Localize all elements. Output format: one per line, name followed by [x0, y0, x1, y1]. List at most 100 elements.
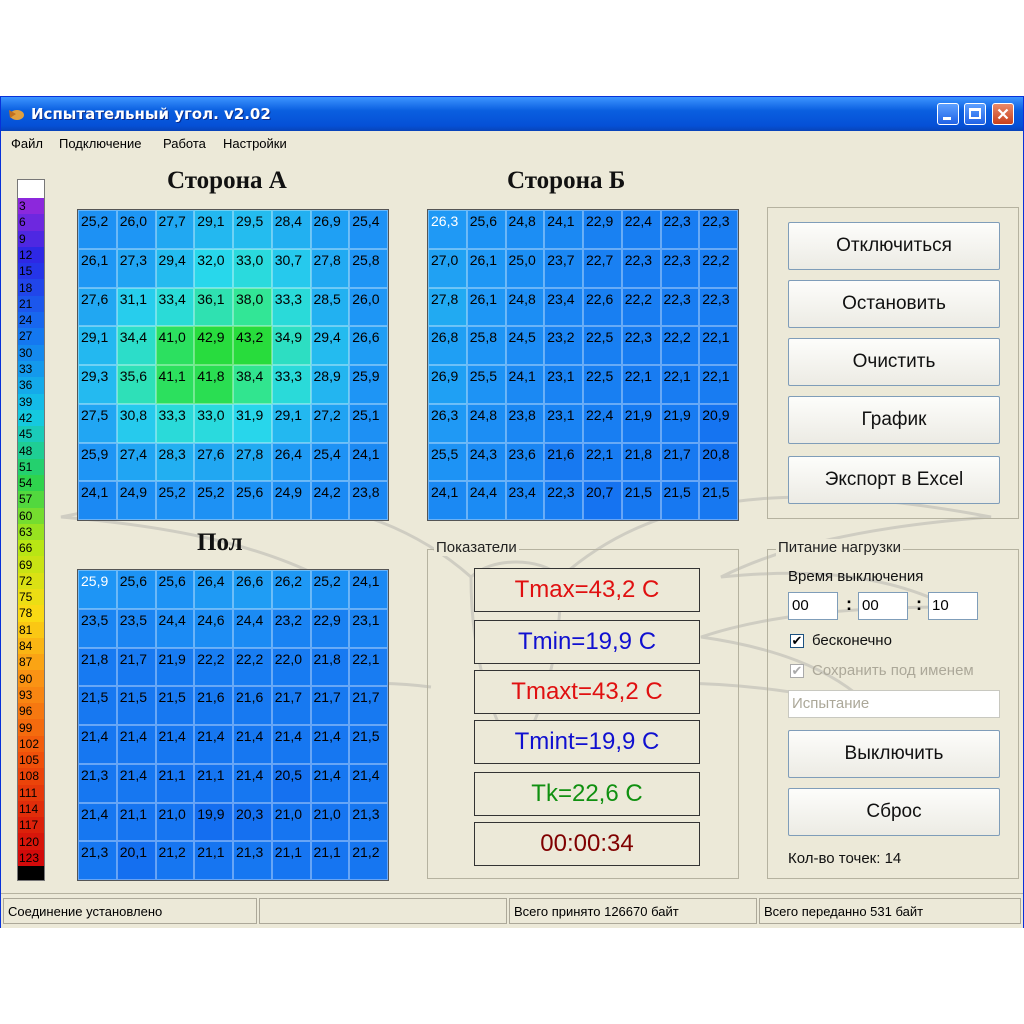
- scale-label: 39: [19, 394, 33, 409]
- indicators-group-title: Показатели: [434, 539, 519, 556]
- sensor-cell: 22,5: [583, 365, 622, 404]
- tk-indicator: Tk=22,6 C: [474, 772, 700, 816]
- controls-group: Отключиться Остановить Очистить График Э…: [767, 207, 1019, 519]
- sensor-cell: 25,9: [349, 365, 388, 404]
- sensor-cell: 29,4: [310, 326, 350, 365]
- sensor-cell: 20,1: [116, 841, 156, 880]
- sensor-cell: 26,1: [78, 248, 117, 288]
- elapsed-time-indicator: 00:00:34: [474, 822, 700, 866]
- infinite-checkbox[interactable]: ✔: [790, 634, 804, 648]
- menu-connection[interactable]: Подключение: [59, 136, 141, 151]
- power-off-button[interactable]: Выключить: [788, 730, 1000, 778]
- sensor-cell: 21,4: [310, 763, 350, 803]
- sensor-cell: 33,3: [155, 403, 195, 443]
- sensor-cell: 22,0: [271, 647, 311, 687]
- sensor-cell: 21,4: [116, 725, 156, 764]
- scale-label: 111: [19, 785, 38, 800]
- scale-label: 51: [19, 459, 33, 474]
- sensor-cell: 21,0: [271, 802, 311, 842]
- sensor-cell: 21,5: [155, 686, 195, 725]
- sensor-cell: 22,1: [621, 365, 661, 404]
- sensor-cell: 23,1: [349, 608, 388, 648]
- sensor-cell: 26,3: [428, 210, 467, 249]
- sensor-cell: 21,6: [194, 686, 233, 725]
- clear-button[interactable]: Очистить: [788, 338, 1000, 386]
- sensor-cell: 23,5: [78, 608, 117, 648]
- save-checkbox[interactable]: ✔: [790, 664, 804, 678]
- sensor-cell: 24,8: [505, 287, 545, 327]
- sensor-cell: 21,1: [116, 802, 156, 842]
- export-excel-button[interactable]: Экспорт в Excel: [788, 456, 1000, 504]
- scale-label: 60: [19, 508, 33, 523]
- sensor-cell: 20,3: [233, 802, 272, 842]
- sensor-cell: 22,5: [583, 326, 622, 365]
- sensor-cell: 21,5: [78, 686, 117, 725]
- sensor-cell: 31,9: [233, 403, 272, 443]
- graph-button[interactable]: График: [788, 396, 1000, 444]
- status-blank: [259, 898, 507, 924]
- menu-work[interactable]: Работа: [163, 136, 206, 151]
- sensor-cell: 24,4: [233, 608, 272, 648]
- scale-label: 87: [19, 655, 33, 670]
- close-button[interactable]: [992, 103, 1014, 125]
- sensor-cell: 21,4: [233, 725, 272, 764]
- sensor-cell: 26,1: [466, 248, 506, 288]
- off-time-label: Время выключения: [788, 568, 924, 585]
- sensor-cell: 29,5: [233, 210, 272, 249]
- sensor-cell: 25,4: [349, 210, 388, 249]
- scale-label: 54: [19, 476, 33, 491]
- sensor-cell: 27,6: [78, 287, 117, 327]
- title-bar[interactable]: Испытательный угол. v2.02: [1, 97, 1023, 131]
- minimize-button[interactable]: [937, 103, 959, 125]
- disconnect-button[interactable]: Отключиться: [788, 222, 1000, 270]
- sensor-cell: 22,1: [583, 442, 622, 482]
- sensor-cell: 25,8: [349, 248, 388, 288]
- sensor-cell: 30,8: [116, 403, 156, 443]
- sensor-cell: 29,4: [155, 248, 195, 288]
- sensor-cell: 26,1: [466, 287, 506, 327]
- test-name-input[interactable]: Испытание: [788, 690, 1000, 718]
- sensor-cell: 26,4: [271, 442, 311, 482]
- sensor-cell: 27,8: [428, 287, 467, 327]
- sensor-cell: 27,3: [116, 248, 156, 288]
- time-separator: :: [916, 594, 922, 614]
- reset-button[interactable]: Сброс: [788, 788, 1000, 836]
- sensor-cell: 21,7: [116, 647, 156, 687]
- sensor-cell: 23,2: [271, 608, 311, 648]
- scale-label: 120: [19, 834, 40, 849]
- scale-label: 3: [19, 199, 26, 214]
- scale-label: 72: [19, 573, 33, 588]
- maximize-button[interactable]: [964, 103, 986, 125]
- minutes-input[interactable]: 00: [858, 592, 908, 620]
- tmaxt-indicator: Tmaxt=43,2 C: [474, 670, 700, 714]
- sensor-cell: 31,1: [116, 287, 156, 327]
- sensor-cell: 25,6: [116, 570, 156, 609]
- sensor-cell: 21,3: [78, 841, 117, 880]
- sensor-cell: 22,3: [699, 287, 738, 327]
- sensor-cell: 21,4: [78, 802, 117, 842]
- sensor-cell: 24,3: [466, 442, 506, 482]
- sensor-cell: 21,9: [621, 403, 661, 443]
- sensor-cell: 22,2: [194, 647, 233, 687]
- scale-label: 63: [19, 525, 33, 539]
- sensor-cell: 21,4: [233, 763, 272, 803]
- scale-label: 24: [19, 313, 33, 328]
- stop-button[interactable]: Остановить: [788, 280, 1000, 328]
- hours-input[interactable]: 00: [788, 592, 838, 620]
- sensor-cell: 22,1: [660, 365, 700, 404]
- sensor-cell: 22,2: [233, 647, 272, 687]
- seconds-input[interactable]: 10: [928, 592, 978, 620]
- sensor-cell: 41,8: [194, 365, 233, 404]
- menu-settings[interactable]: Настройки: [223, 136, 287, 151]
- infinite-label: бесконечно: [812, 632, 892, 649]
- sensor-cell: 29,1: [271, 403, 311, 443]
- sensor-cell: 26,2: [271, 570, 311, 609]
- scale-label: 36: [19, 378, 33, 393]
- sensor-cell: 26,0: [349, 287, 388, 327]
- scale-label: 117: [19, 818, 39, 833]
- minimize-icon: [943, 117, 951, 120]
- floor-grid: 25,9 25,6 25,6 26,4 26,6 26,2 25,2 24,1 23,5 23,5…: [77, 569, 389, 881]
- menu-file[interactable]: Файл: [11, 136, 43, 151]
- sensor-cell: 21,9: [155, 647, 195, 687]
- sensor-cell: 25,6: [466, 210, 506, 249]
